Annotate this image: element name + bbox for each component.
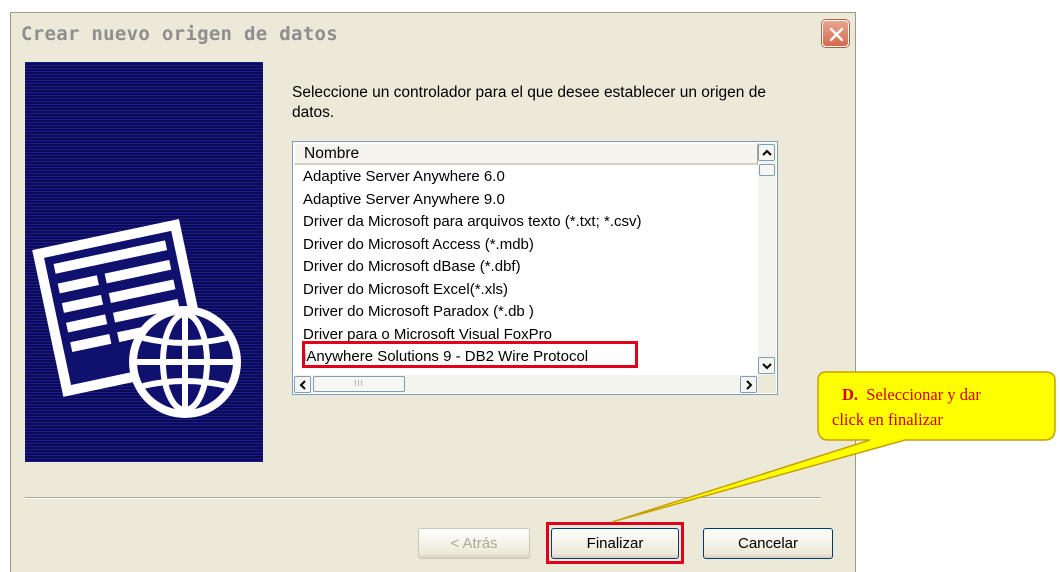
callout-text: D. Seleccionar y dar click en finalizar [832, 382, 1037, 432]
callout-step: D. [842, 385, 859, 404]
callout-line1: Seleccionar y dar [866, 385, 981, 404]
instruction-callout [611, 371, 1056, 523]
callout-line2: click en finalizar [832, 410, 943, 429]
